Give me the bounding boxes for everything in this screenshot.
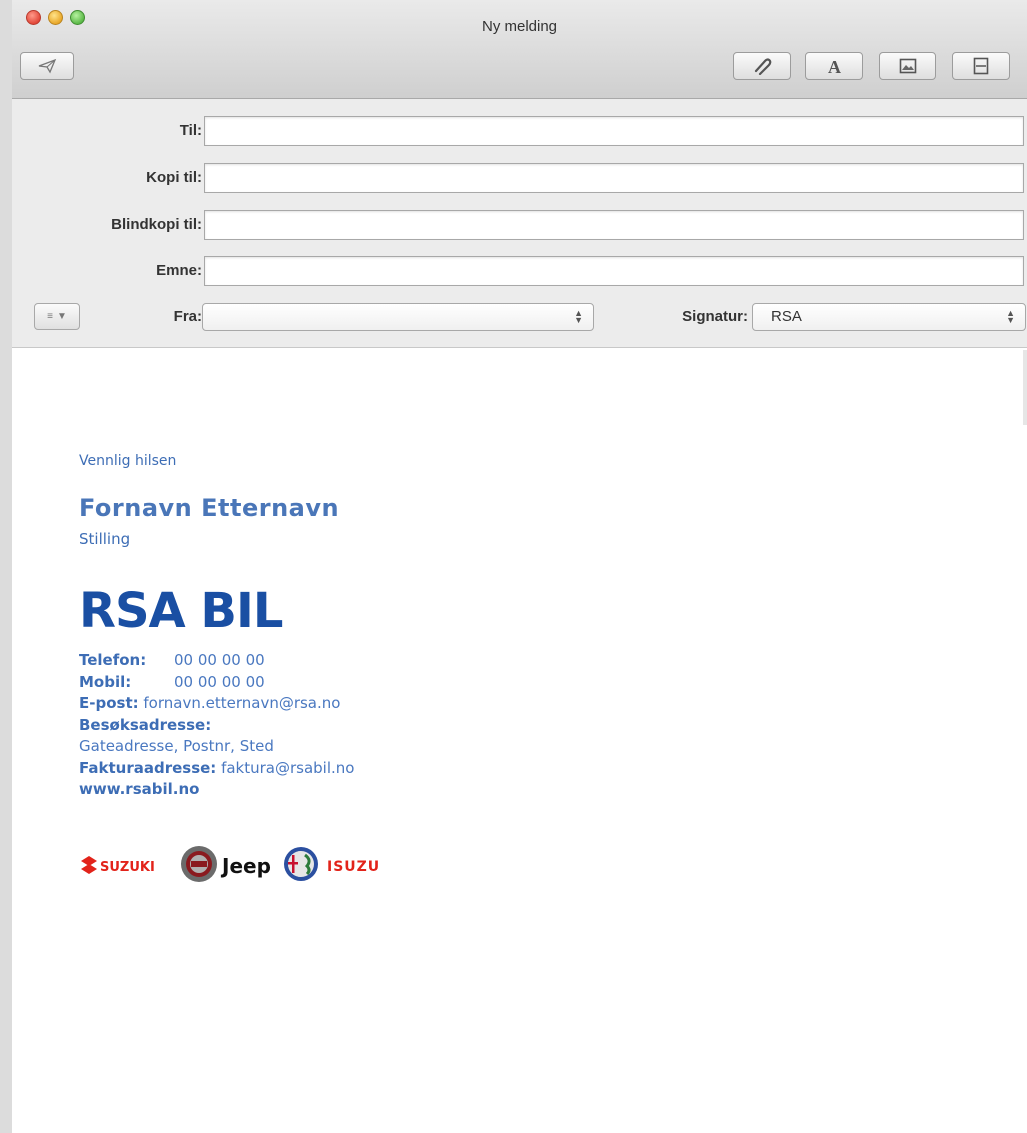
- signature-value: RSA: [771, 308, 802, 325]
- photo-browser-button[interactable]: [879, 52, 936, 80]
- scrollbar[interactable]: [1023, 350, 1027, 425]
- stepper-arrows-icon: ▲ ▼: [574, 308, 583, 325]
- rsa-bil-logo: RSA BIL: [79, 583, 341, 639]
- compose-window: Ny melding A Til: Kopi til: Blindkopi ti…: [12, 0, 1027, 425]
- font-icon: A: [828, 57, 841, 75]
- suzuki-logo: SUZUKI: [81, 856, 155, 875]
- from-label: Fra:: [173, 308, 202, 325]
- bcc-label: Blindkopi til:: [111, 216, 202, 233]
- visit-address-label-row: Besøksadresse:: [79, 715, 354, 737]
- mobile-label: Mobil:: [79, 672, 132, 691]
- email-value[interactable]: fornavn.etternavn@rsa.no: [143, 694, 340, 712]
- suzuki-text: SUZUKI: [100, 860, 155, 875]
- to-field[interactable]: [204, 116, 1024, 146]
- email-label: E-post:: [79, 694, 139, 712]
- website-link[interactable]: www.rsabil.no: [79, 780, 199, 798]
- from-select[interactable]: ▲ ▼: [202, 303, 594, 331]
- mobile-value: 00 00 00 00: [174, 672, 265, 691]
- backdrop-strip: [0, 0, 12, 1133]
- format-font-button[interactable]: A: [805, 52, 863, 80]
- svg-text:A: A: [828, 57, 841, 75]
- visit-address-value: Gateadresse, Postnr, Sted: [79, 737, 274, 755]
- signature-greeting: Vennlig hilsen: [79, 453, 177, 469]
- phone-value: 00 00 00 00: [174, 651, 265, 669]
- cc-label: Kopi til:: [146, 169, 202, 186]
- logo-text: RSA BIL: [79, 587, 283, 631]
- bcc-field[interactable]: [204, 210, 1024, 240]
- signature-select[interactable]: RSA ▲ ▼: [752, 303, 1026, 331]
- visit-address-label: Besøksadresse:: [79, 715, 212, 734]
- header-fields-menu-button[interactable]: ≡ ▼: [34, 303, 80, 330]
- phone-row: Telefon: 00 00 00 00: [79, 650, 354, 672]
- subject-label: Emne:: [156, 262, 202, 279]
- template-icon: [973, 57, 989, 75]
- signature-label: Signatur:: [682, 308, 748, 325]
- attach-icon: [754, 58, 772, 75]
- fiat-logo: [181, 846, 217, 882]
- stationery-button[interactable]: [952, 52, 1010, 80]
- invoice-row: Fakturaadresse: faktura@rsabil.no: [79, 758, 354, 780]
- isuzu-text: ISUZU: [327, 859, 380, 875]
- visit-address-row: Gateadresse, Postnr, Sted: [79, 736, 354, 758]
- invoice-label: Fakturaadresse:: [79, 758, 217, 777]
- invoice-value[interactable]: faktura@rsabil.no: [221, 759, 354, 777]
- subject-field[interactable]: [204, 256, 1024, 286]
- to-label: Til:: [179, 122, 202, 139]
- window-title: Ny melding: [481, 18, 558, 35]
- send-icon: [38, 58, 57, 74]
- message-body[interactable]: [12, 348, 1027, 425]
- list-icon: ≡: [47, 311, 53, 322]
- website-row: www.rsabil.no: [79, 779, 354, 801]
- signature-position: Stilling: [79, 530, 131, 548]
- attach-button[interactable]: [733, 52, 791, 80]
- email-row: E-post: fornavn.etternavn@rsa.no: [79, 693, 354, 715]
- alfa-romeo-logo: [284, 847, 318, 881]
- chevron-down-icon: ▼: [56, 311, 67, 322]
- jeep-text: Jeep: [220, 854, 271, 878]
- contact-details: Telefon: 00 00 00 00 Mobil: 00 00 00 00 E-…: [79, 650, 354, 801]
- send-button[interactable]: [20, 52, 74, 80]
- mobile-row: Mobil: 00 00 00 00: [79, 672, 354, 694]
- brand-logos: SUZUKI Jeep ISUZU: [79, 842, 409, 886]
- photo-icon: [899, 58, 916, 74]
- phone-label: Telefon:: [79, 651, 147, 669]
- cc-field[interactable]: [204, 163, 1024, 193]
- titlebar: Ny melding A: [12, 0, 1027, 99]
- stepper-arrows-icon: ▲ ▼: [1006, 308, 1015, 325]
- signature-name: Fornavn Etternavn: [79, 494, 340, 522]
